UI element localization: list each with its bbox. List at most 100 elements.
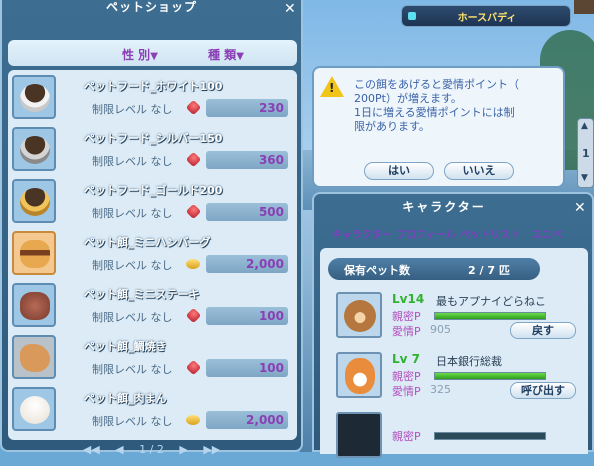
yes-button[interactable]: はい xyxy=(364,162,434,180)
item-level-limit: 制限レベル なし xyxy=(92,207,173,220)
pet-row[interactable]: Lv 7 日本銀行総裁 親密P 愛情P 325 呼び出す xyxy=(328,348,582,406)
item-price: 2,000 xyxy=(206,411,288,429)
secret-label: 親密P xyxy=(392,370,421,383)
pet-count-label: 保有ペット数 xyxy=(344,264,410,277)
secret-bar-fill xyxy=(435,373,545,379)
tab-profile[interactable]: プロフィール xyxy=(396,226,456,241)
first-page-icon[interactable]: ◀◀ xyxy=(83,443,100,456)
item-thumbnail xyxy=(12,231,56,275)
dialog-line: 限があります。 xyxy=(354,120,430,133)
pet-list-panel: 保有ペット数 2 / 7 匹 Lv14 最もアプナイどらねこ 親密P 愛情P 9… xyxy=(320,248,588,458)
confirm-dialog: ! この餌をあげると愛情ポイント（ 200Pt）が増えます。 1日に増える愛情ポ… xyxy=(312,66,565,188)
pet-row-empty: 親密P xyxy=(328,408,582,466)
shop-close-icon[interactable]: ✕ xyxy=(284,1,296,17)
shop-item[interactable]: ペット餌_鯛焼き 制限レベル なし 100 xyxy=(8,332,297,384)
item-name: ペット餌_鯛焼き xyxy=(84,340,167,353)
secret-bar-fill xyxy=(435,313,545,319)
secret-bar xyxy=(434,372,546,380)
love-label: 愛情P xyxy=(392,385,421,398)
pet-name: 最もアプナイどらねこ xyxy=(436,295,546,308)
gold-coin-icon xyxy=(186,259,200,269)
character-close-icon[interactable]: ✕ xyxy=(574,200,586,216)
shop-item[interactable]: ペットフード_ゴールド200 制限レベル なし 500 xyxy=(8,176,297,228)
tab-character[interactable]: キャラクター xyxy=(332,226,392,241)
item-name: ペット餌_肉まん xyxy=(84,392,167,405)
return-pet-button[interactable]: 戻す xyxy=(510,322,576,339)
item-level-limit: 制限レベル なし xyxy=(92,155,173,168)
item-price: 230 xyxy=(206,99,288,117)
warning-mark: ! xyxy=(329,81,335,95)
item-thumbnail xyxy=(12,75,56,119)
item-thumbnail xyxy=(12,283,56,327)
side-scroller[interactable]: ▲ 1 ▼ xyxy=(577,118,594,188)
secret-bar xyxy=(434,312,546,320)
food-icon xyxy=(20,84,50,112)
chevron-up-icon[interactable]: ▲ xyxy=(581,121,588,131)
food-icon xyxy=(20,344,50,372)
pet-row[interactable]: Lv14 最もアプナイどらねこ 親密P 愛情P 905 戻す xyxy=(328,288,582,346)
food-icon xyxy=(20,188,50,216)
last-page-icon[interactable]: ▶▶ xyxy=(203,443,220,456)
page-indicator: 1 / 2 xyxy=(139,443,164,456)
item-level-limit: 制限レベル なし xyxy=(92,415,173,428)
item-price: 100 xyxy=(206,307,288,325)
corner-avatar xyxy=(574,0,594,14)
love-value: 905 xyxy=(430,323,451,336)
food-icon xyxy=(20,396,50,424)
item-price: 2,000 xyxy=(206,255,288,273)
item-thumbnail xyxy=(12,127,56,171)
type-filter[interactable]: 種 類▼ xyxy=(208,46,244,63)
pet-shop-window: ペットショップ ✕ 性 別▼ 種 類▼ ペットフード_ホワイト100 制限レベル … xyxy=(0,0,303,456)
bunny-pet-image xyxy=(345,358,375,394)
tab-unibe[interactable]: ユニベ xyxy=(532,226,562,241)
dialog-line: この餌をあげると愛情ポイント（ xyxy=(354,78,519,91)
shop-title: ペットショップ xyxy=(105,0,197,14)
type-filter-label: 種 類 xyxy=(208,48,237,62)
dialog-line: 200Pt）が増えます。 xyxy=(354,92,462,105)
shop-item[interactable]: ペットフード_シルバー150 制限レベル なし 360 xyxy=(8,124,297,176)
item-name: ペットフード_シルバー150 xyxy=(84,132,223,145)
empty-pet-slot xyxy=(336,412,382,458)
shop-item[interactable]: ペット餌_肉まん制限レベル なし 2,000 xyxy=(8,384,297,436)
item-price: 500 xyxy=(206,203,288,221)
gender-filter[interactable]: 性 別▼ xyxy=(122,46,158,63)
item-thumbnail xyxy=(12,335,56,379)
gender-filter-label: 性 別 xyxy=(122,48,151,62)
shop-item[interactable]: ペットフード_ホワイト100 制限レベル なし 230 xyxy=(8,72,297,124)
food-icon xyxy=(20,136,50,164)
item-level-limit: 制限レベル なし xyxy=(92,311,173,324)
chevron-down-icon[interactable]: ▼ xyxy=(581,173,588,183)
chevron-down-icon: ▼ xyxy=(236,51,244,62)
shop-item[interactable]: ペット餌_ミニステーキ 制限レベル なし 100 xyxy=(8,280,297,332)
love-label: 愛情P xyxy=(392,325,421,338)
tab-pet-list[interactable]: ペットリスト xyxy=(460,226,520,241)
love-value: 325 xyxy=(430,383,451,396)
prev-page-icon[interactable]: ◀ xyxy=(115,443,123,456)
next-page-icon[interactable]: ▶ xyxy=(179,443,187,456)
gem-icon xyxy=(185,307,202,324)
pet-count-value: 2 / 7 匹 xyxy=(468,264,510,277)
chevron-down-icon: ▼ xyxy=(150,51,158,62)
dialog-line: 1日に増える愛情ポイントには制 xyxy=(354,106,515,119)
food-icon xyxy=(20,240,50,268)
item-thumbnail xyxy=(12,179,56,223)
pet-level: Lv 7 xyxy=(392,352,420,366)
pet-buddy-bar[interactable]: ホースバディ xyxy=(401,5,571,27)
item-level-limit: 制限レベル なし xyxy=(92,259,173,272)
no-button[interactable]: いいえ xyxy=(444,162,514,180)
item-name: ペットフード_ホワイト100 xyxy=(84,80,223,93)
gem-icon xyxy=(185,359,202,376)
shop-item[interactable]: ペット餌_ミニハンバーグ 制限レベル なし 2,000 xyxy=(8,228,297,280)
item-price: 100 xyxy=(206,359,288,377)
pet-portrait xyxy=(336,292,382,338)
item-price: 360 xyxy=(206,151,288,169)
buddy-label: ホースバディ xyxy=(457,13,517,24)
shop-pager: ◀◀ ◀ 1 / 2 ▶ ▶▶ xyxy=(2,443,301,456)
secret-label: 親密P xyxy=(392,310,421,323)
shop-item-list: ペットフード_ホワイト100 制限レベル なし 230 ペットフード_シルバー150 制… xyxy=(8,70,297,440)
gem-icon xyxy=(185,99,202,116)
scroller-value: 1 xyxy=(582,147,590,160)
call-pet-button[interactable]: 呼び出す xyxy=(510,382,576,399)
pet-portrait xyxy=(336,352,382,398)
item-thumbnail xyxy=(12,387,56,431)
